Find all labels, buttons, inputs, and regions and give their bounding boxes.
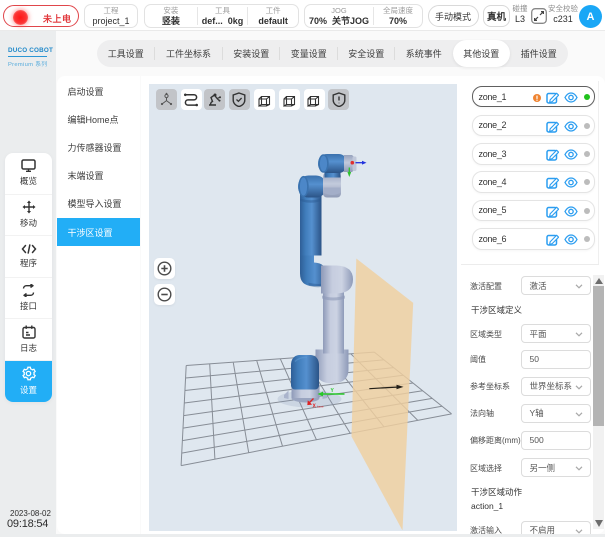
svg-text:Y: Y: [331, 388, 335, 394]
svg-text:base: base: [317, 405, 324, 409]
